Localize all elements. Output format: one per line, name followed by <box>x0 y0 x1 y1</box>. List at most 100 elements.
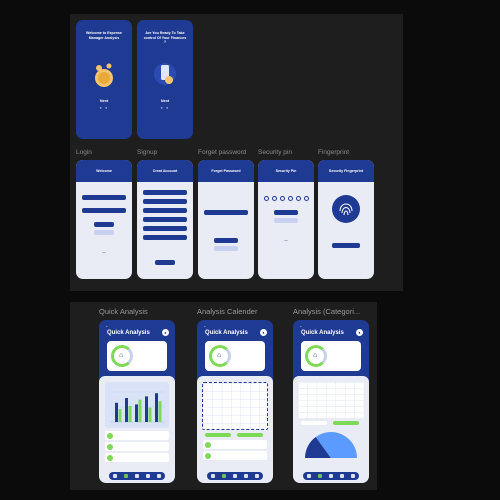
home-icon[interactable] <box>306 474 311 478</box>
analysis-icon[interactable] <box>317 474 322 478</box>
frame-label-signup: Signup <box>137 149 158 156</box>
screen-header: Creat Account <box>137 160 193 182</box>
use-touch-id-button[interactable] <box>332 243 360 248</box>
signup-button[interactable] <box>155 260 175 265</box>
transaction-row[interactable] <box>105 442 169 451</box>
onboarding-screen-2[interactable]: Are You Ready To Take control Of Your Fi… <box>137 20 193 139</box>
fingerprint-screen[interactable]: Security Fingerprint <box>318 160 374 279</box>
content-area <box>293 376 369 483</box>
confirm-password-field[interactable] <box>143 235 187 240</box>
frame-label-forget-password: Forget password <box>198 149 247 156</box>
send-again-button[interactable] <box>274 218 298 223</box>
email-field[interactable] <box>204 210 248 215</box>
bar <box>135 404 138 422</box>
profile-icon[interactable] <box>157 474 162 478</box>
header-title: Security Pin <box>275 169 297 173</box>
bar <box>155 393 158 422</box>
screen-title: Quick Analysis <box>107 330 150 336</box>
back-arrow-icon[interactable]: ← <box>105 323 109 328</box>
category-icon <box>205 441 211 448</box>
bar <box>115 402 118 422</box>
analysis-categories-screen[interactable]: ← Quick Analysis ● ⌂ <box>293 320 369 483</box>
category-icon[interactable] <box>146 474 151 478</box>
bar <box>125 398 128 422</box>
transaction-row[interactable] <box>203 451 267 460</box>
home-icon[interactable] <box>210 474 215 478</box>
frame-label-fingerprint: Fingerprint <box>318 149 350 156</box>
password-field[interactable] <box>82 208 126 213</box>
forget-password-screen[interactable]: Forget Password <box>198 160 254 279</box>
category-icon <box>107 454 113 461</box>
house-icon: ⌂ <box>313 352 318 359</box>
pin-digit[interactable] <box>272 196 277 201</box>
social-icons-row: ● ● <box>102 252 106 254</box>
back-arrow-icon[interactable]: ← <box>203 323 207 328</box>
summary-card: ⌂ <box>107 341 167 371</box>
quick-analysis-screen[interactable]: ← Quick Analysis ● ⌂ <box>99 320 175 483</box>
bar <box>148 407 152 422</box>
page-dots: ● ● <box>99 105 109 110</box>
analysis-icon[interactable] <box>221 474 226 478</box>
profile-icon[interactable] <box>351 474 356 478</box>
bell-icon[interactable]: ● <box>356 329 363 336</box>
bell-icon[interactable]: ● <box>162 329 169 336</box>
pin-digit[interactable] <box>304 196 309 201</box>
bell-icon[interactable]: ● <box>260 329 267 336</box>
next-button[interactable]: Next <box>76 99 132 103</box>
transaction-row[interactable] <box>203 440 267 449</box>
profile-icon[interactable] <box>255 474 260 478</box>
dob-field[interactable] <box>143 217 187 222</box>
fingerprint-icon <box>332 195 360 223</box>
category-icon[interactable] <box>244 474 249 478</box>
next-button[interactable]: Next <box>137 99 193 103</box>
signup-button[interactable] <box>94 230 114 235</box>
spends-tab[interactable] <box>301 421 327 425</box>
onboarding-screen-1[interactable]: Welcome to Expense Manager Analysis Next… <box>76 20 132 139</box>
bottom-nav <box>303 472 359 480</box>
frame-label-analysis-calender: Analysis Calender <box>197 307 258 316</box>
screen-title: Quick Analysis <box>205 330 248 336</box>
security-pin-screen[interactable]: Security Pin ● ● <box>258 160 314 279</box>
signup-screen[interactable]: Creat Account <box>137 160 193 279</box>
transaction-row[interactable] <box>105 431 169 440</box>
transactions-icon[interactable] <box>134 474 139 478</box>
bottom-nav <box>207 472 263 480</box>
pin-digit[interactable] <box>296 196 301 201</box>
phone-illustration-icon <box>154 63 176 85</box>
back-arrow-icon[interactable]: ← <box>299 323 303 328</box>
calendar-grid[interactable] <box>202 382 268 430</box>
analysis-icon[interactable] <box>123 474 128 478</box>
income-expenses-bar-chart <box>105 382 169 428</box>
pin-digit[interactable] <box>264 196 269 201</box>
transactions-icon[interactable] <box>232 474 237 478</box>
pin-digit[interactable] <box>280 196 285 201</box>
transaction-row[interactable] <box>105 453 169 462</box>
bar <box>128 406 132 422</box>
fullname-field[interactable] <box>143 190 187 195</box>
spends-tab[interactable] <box>205 433 231 437</box>
mobile-field[interactable] <box>143 208 187 213</box>
frame-label-security-pin: Security pin <box>258 149 292 156</box>
next-step-button[interactable] <box>214 238 238 243</box>
categories-tab[interactable] <box>237 433 263 437</box>
category-icon[interactable] <box>340 474 345 478</box>
email-field[interactable] <box>82 195 126 200</box>
calendar-grid[interactable] <box>298 382 364 418</box>
summary-card: ⌂ <box>205 341 265 371</box>
home-icon[interactable] <box>112 474 117 478</box>
email-field[interactable] <box>143 199 187 204</box>
login-button[interactable] <box>94 222 114 227</box>
category-pie-chart <box>305 432 357 458</box>
social-icons-row: ● ● <box>284 240 288 242</box>
bar <box>138 399 142 422</box>
transactions-icon[interactable] <box>328 474 333 478</box>
password-field[interactable] <box>143 226 187 231</box>
categories-tab[interactable] <box>333 421 359 425</box>
signup-button[interactable] <box>214 246 238 251</box>
frame-label-quick-analysis: Quick Analysis <box>99 307 148 316</box>
pin-digit[interactable] <box>288 196 293 201</box>
login-screen[interactable]: Welcome ● ● <box>76 160 132 279</box>
bar <box>158 401 162 422</box>
analysis-calender-screen[interactable]: ← Quick Analysis ● ⌂ <box>197 320 273 483</box>
accept-button[interactable] <box>274 210 298 215</box>
